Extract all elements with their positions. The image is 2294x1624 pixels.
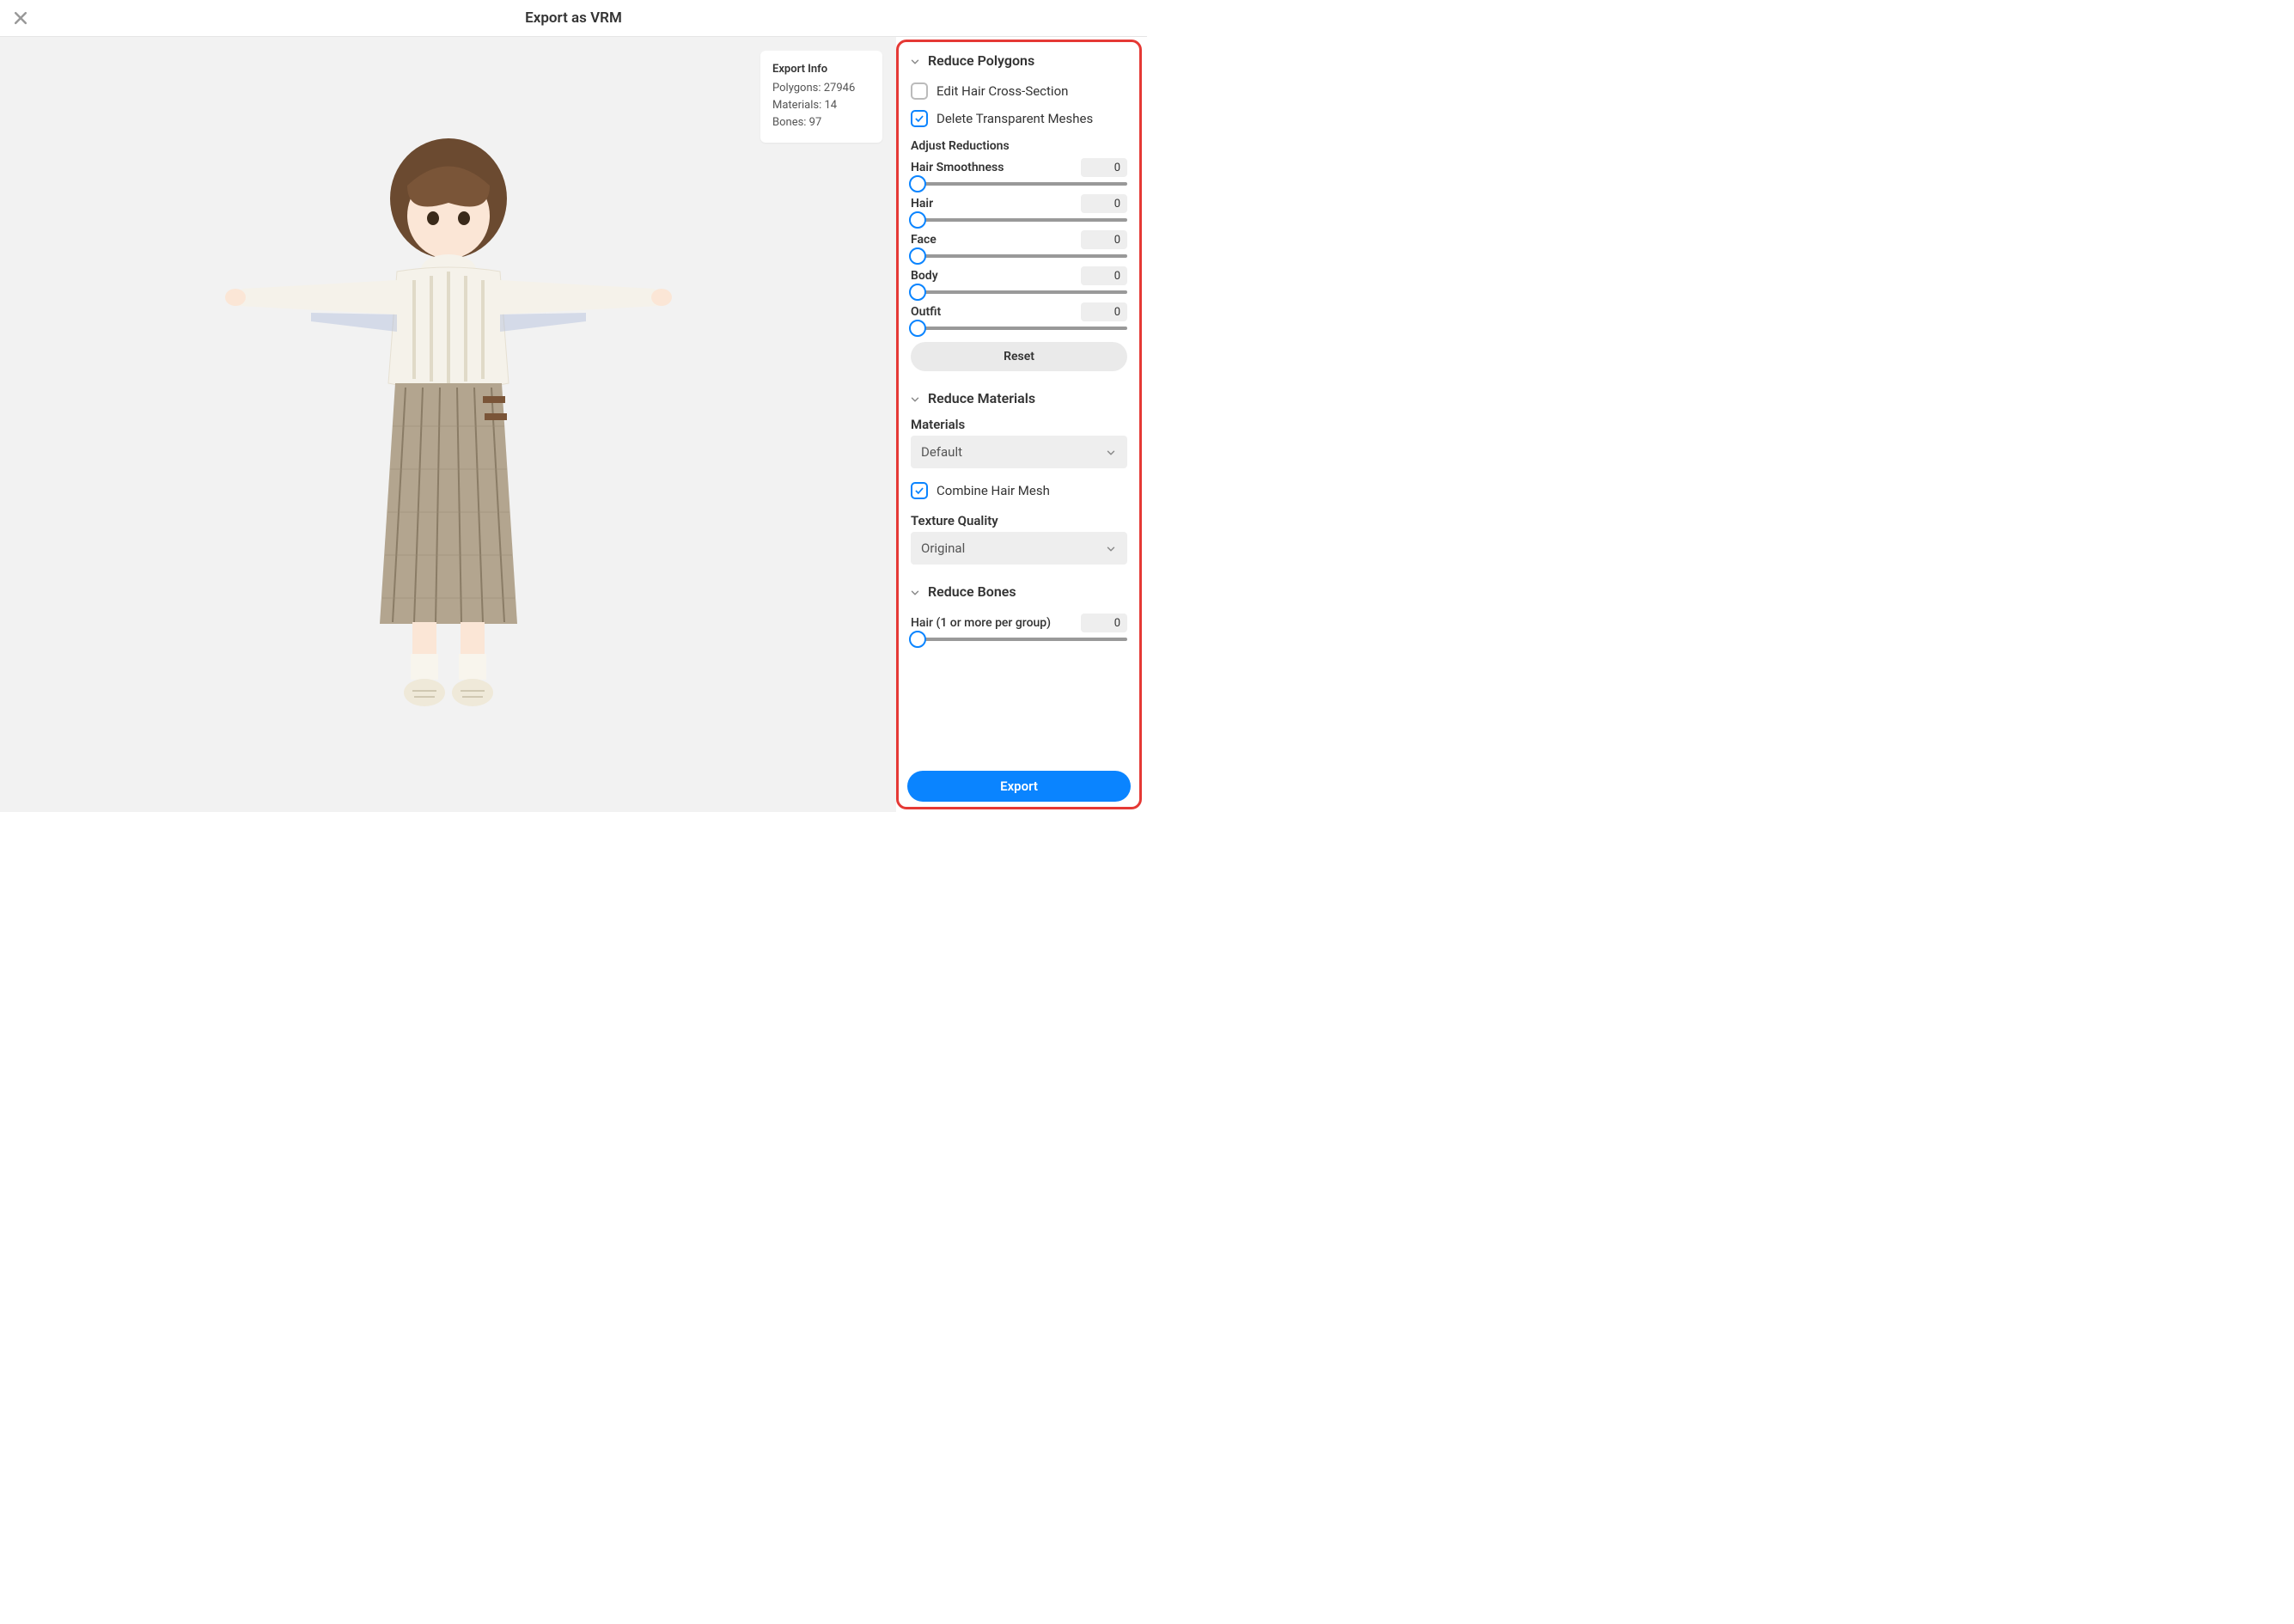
checkbox-label: Delete Transparent Meshes [937,111,1093,126]
materials-dropdown[interactable]: Default [911,436,1127,468]
slider-thumb[interactable] [909,175,926,192]
checkbox-edit-hair-cross-section[interactable]: Edit Hair Cross-Section [911,77,1127,105]
slider-hair: Hair 0 [911,194,1127,225]
slider-value[interactable]: 0 [1081,194,1127,213]
slider-value[interactable]: 0 [1081,302,1127,321]
checkbox-delete-transparent-meshes[interactable]: Delete Transparent Meshes [911,105,1127,132]
texture-quality-dropdown[interactable]: Original [911,532,1127,565]
slider-label: Hair [911,197,933,211]
slider-track[interactable] [911,249,1127,261]
dropdown-value: Default [921,444,962,460]
reset-button[interactable]: Reset [911,342,1127,371]
export-info-materials: Materials: 14 [772,97,870,114]
slider-value[interactable]: 0 [1081,230,1127,249]
slider-track[interactable] [911,285,1127,297]
adjust-reductions-heading: Adjust Reductions [911,139,1127,153]
section-title: Reduce Polygons [928,52,1034,69]
avatar-preview [191,100,706,718]
slider-face: Face 0 [911,230,1127,261]
section-reduce-materials-header[interactable]: Reduce Materials [899,380,1139,410]
page-title: Export as VRM [525,9,622,27]
slider-thumb[interactable] [909,211,926,229]
chevron-down-icon [1105,446,1117,458]
checkbox-combine-hair-mesh[interactable]: Combine Hair Mesh [911,477,1127,504]
close-button[interactable] [12,9,29,27]
slider-label: Hair Smoothness [911,161,1004,174]
slider-label: Face [911,233,937,247]
slider-bones-hair: Hair (1 or more per group) 0 [911,614,1127,644]
slider-thumb[interactable] [909,247,926,265]
slider-thumb[interactable] [909,320,926,337]
slider-value[interactable]: 0 [1081,158,1127,177]
section-reduce-bones-header[interactable]: Reduce Bones [899,573,1139,603]
export-info-polygons: Polygons: 27946 [772,80,870,97]
checkbox-label: Edit Hair Cross-Section [937,83,1068,99]
slider-track[interactable] [911,213,1127,225]
checkbox-icon[interactable] [911,110,928,127]
slider-outfit: Outfit 0 [911,302,1127,333]
dropdown-value: Original [921,540,965,556]
export-info-title: Export Info [772,61,870,78]
slider-value[interactable]: 0 [1081,614,1127,632]
viewport-3d[interactable]: Export Info Polygons: 27946 Materials: 1… [0,37,896,812]
slider-label: Outfit [911,305,941,319]
slider-label: Hair (1 or more per group) [911,616,1051,630]
checkbox-icon[interactable] [911,82,928,100]
slider-value[interactable]: 0 [1081,266,1127,285]
sidebar: Reduce Polygons Edit Hair Cross-Section … [896,40,1142,809]
export-info-bones: Bones: 97 [772,114,870,131]
chevron-down-icon [1105,542,1117,554]
export-button[interactable]: Export [907,771,1131,802]
slider-label: Body [911,269,938,283]
section-reduce-materials-body: Materials Default Combine Hair Mesh Text… [899,410,1139,573]
texture-quality-field-label: Texture Quality [911,513,1127,528]
slider-track[interactable] [911,321,1127,333]
slider-track[interactable] [911,632,1127,644]
slider-thumb[interactable] [909,284,926,301]
section-title: Reduce Materials [928,390,1035,406]
section-reduce-polygons-body: Edit Hair Cross-Section Delete Transpare… [899,72,1139,380]
chevron-down-icon [909,586,921,598]
slider-track[interactable] [911,177,1127,189]
slider-thumb[interactable] [909,631,926,648]
main: Export Info Polygons: 27946 Materials: 1… [0,37,1147,812]
section-reduce-polygons-header[interactable]: Reduce Polygons [899,42,1139,72]
chevron-down-icon [909,393,921,405]
chevron-down-icon [909,55,921,67]
materials-field-label: Materials [911,417,1127,432]
header: Export as VRM [0,0,1147,37]
export-info-panel: Export Info Polygons: 27946 Materials: 1… [760,51,882,143]
slider-hair-smoothness: Hair Smoothness 0 [911,158,1127,189]
slider-body: Body 0 [911,266,1127,297]
checkbox-icon[interactable] [911,482,928,499]
section-title: Reduce Bones [928,583,1016,600]
checkbox-label: Combine Hair Mesh [937,483,1050,498]
section-reduce-bones-body: Hair (1 or more per group) 0 [899,603,1139,655]
